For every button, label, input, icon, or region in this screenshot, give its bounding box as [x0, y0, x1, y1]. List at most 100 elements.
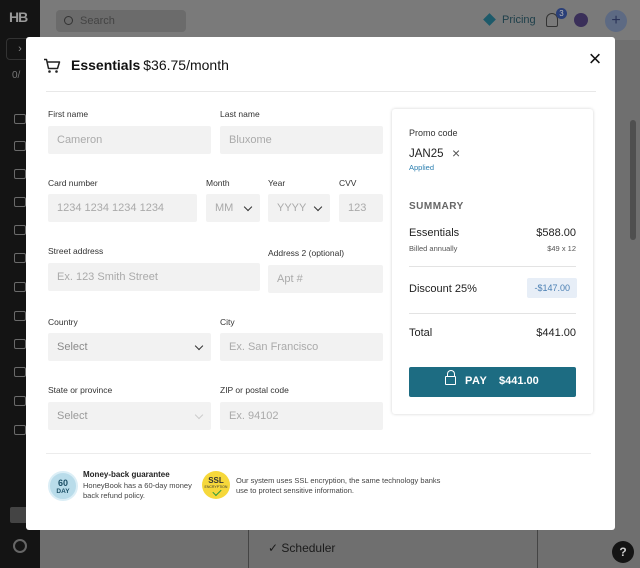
plan-label: Essentials [409, 227, 460, 239]
search-placeholder: Search [80, 15, 115, 27]
sidebar-dollar-icon[interactable] [14, 339, 26, 349]
total-value: $441.00 [536, 327, 576, 339]
check-icon: ✓ [268, 541, 282, 555]
city-field[interactable] [220, 333, 383, 361]
month-label: Month [206, 178, 230, 188]
first-name-input[interactable] [57, 126, 211, 154]
shopping-cart-icon [44, 58, 61, 73]
year-label: Year [268, 178, 286, 188]
help-button[interactable]: ? [612, 541, 634, 563]
summary-divider [409, 266, 576, 267]
badge-number: 60 [57, 478, 68, 488]
zip-label: ZIP or postal code [220, 385, 289, 395]
billing-calc: $49 x 12 [547, 244, 576, 253]
search-icon [64, 16, 73, 25]
sidebar-rocket-icon[interactable] [14, 114, 26, 124]
card-number-input[interactable] [57, 194, 197, 222]
promo-label: Promo code [409, 128, 458, 138]
last-name-label: Last name [220, 109, 260, 119]
ssl-text: Our system uses SSL encryption, the same… [236, 476, 441, 495]
street-input[interactable] [57, 263, 260, 291]
street-field[interactable] [48, 263, 260, 291]
money-back-badge: 60 DAY [48, 471, 78, 501]
card-number-field[interactable] [48, 194, 197, 222]
city-label: City [220, 317, 235, 327]
sidebar-home-icon[interactable] [14, 141, 26, 151]
summary-divider [409, 313, 576, 314]
address2-field[interactable] [268, 265, 383, 293]
country-select[interactable]: Select [48, 333, 211, 361]
add-button[interactable]: + [605, 10, 627, 32]
scheduler-label: Scheduler [281, 541, 336, 555]
cvv-input[interactable] [348, 194, 383, 222]
chevron-down-icon [194, 341, 204, 351]
last-name-field[interactable] [220, 126, 383, 154]
remove-promo-button[interactable]: × [452, 145, 460, 161]
close-button[interactable]: × [584, 48, 606, 71]
app-logo: HB [9, 9, 28, 25]
promo-status: Applied [409, 163, 435, 172]
discount-value: -$147.00 [527, 278, 577, 298]
ssl-badge-label: SSL [208, 476, 224, 485]
sidebar-list-icon[interactable] [14, 367, 26, 377]
checkout-modal: Essentials$36.75/month × First name Last… [26, 37, 615, 530]
chevron-down-icon [243, 202, 253, 212]
modal-title: Essentials $36.75/month [71, 57, 229, 73]
state-select[interactable]: Select [48, 402, 211, 430]
sidebar-user-icon[interactable] [14, 197, 26, 207]
sidebar-calendar-icon[interactable] [14, 225, 26, 235]
last-name-input[interactable] [229, 126, 383, 154]
total-label: Total [409, 327, 433, 339]
sidebar-inbox-icon[interactable] [14, 311, 26, 321]
address2-input[interactable] [277, 265, 383, 293]
header-divider [46, 91, 596, 92]
card-number-label: Card number [48, 178, 98, 188]
plan-total: $588.00 [536, 227, 576, 239]
sidebar-counter: 0/ [12, 70, 21, 81]
zip-field[interactable] [220, 402, 383, 430]
avatar[interactable] [574, 13, 588, 27]
lock-icon [445, 370, 456, 385]
state-value: Select [57, 410, 88, 422]
cvv-label: CVV [339, 178, 357, 188]
order-summary: Promo code JAN25 × Applied SUMMARY Essen… [392, 109, 593, 414]
promo-code: JAN25 [409, 148, 444, 160]
sidebar-briefcase-icon[interactable] [14, 169, 26, 179]
modal-header: Essentials $36.75/month × [26, 37, 615, 93]
guarantee-title: Money-back guarantee [83, 470, 170, 479]
sidebar-document-icon[interactable] [14, 282, 26, 292]
zip-input[interactable] [229, 402, 383, 430]
country-value: Select [57, 341, 88, 353]
summary-title: SUMMARY [409, 201, 464, 212]
guarantee-text: HoneyBook has a 60-day money back refund… [83, 481, 192, 500]
search-input[interactable]: Search [56, 10, 186, 32]
cvv-field[interactable] [339, 194, 383, 222]
scheduler-item: ✓ Scheduler [268, 541, 335, 555]
address2-label: Address 2 (optional) [268, 248, 345, 258]
country-label: Country [48, 317, 78, 327]
pay-button[interactable]: PAY $441.00 [409, 367, 576, 397]
street-label: Street address [48, 246, 104, 256]
plan-price: $36.75/month [143, 57, 229, 73]
state-label: State or province [48, 385, 113, 395]
city-input[interactable] [229, 333, 383, 361]
pricing-link[interactable]: Pricing [502, 14, 536, 26]
badge-unit: DAY [56, 488, 70, 495]
first-name-field[interactable] [48, 126, 211, 154]
sidebar-tools-icon[interactable] [14, 253, 26, 263]
year-value: YYYY [277, 202, 307, 214]
first-name-label: First name [48, 109, 89, 119]
month-select[interactable]: MM [206, 194, 260, 222]
billing-note: Billed annually [409, 244, 458, 253]
sidebar-chart-icon[interactable] [14, 425, 26, 435]
page-scrollbar[interactable] [630, 120, 636, 240]
chevron-down-icon [313, 202, 323, 212]
discount-label: Discount 25% [409, 283, 477, 295]
sidebar-activity-icon[interactable] [14, 396, 26, 406]
month-value: MM [215, 202, 234, 214]
pay-label: PAY [465, 375, 488, 387]
footer-divider [46, 453, 591, 454]
sidebar-settings-icon[interactable] [13, 539, 27, 553]
year-select[interactable]: YYYY [268, 194, 330, 222]
chevron-down-icon [194, 410, 204, 420]
